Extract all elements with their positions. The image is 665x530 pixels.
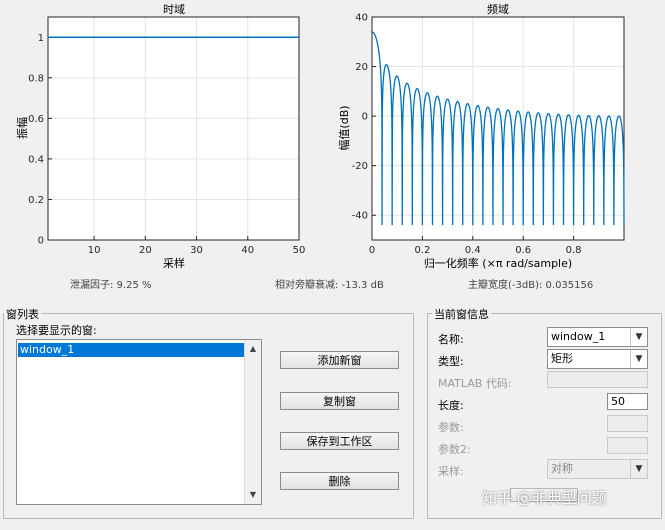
- name-label: 名称:: [438, 333, 464, 346]
- current-window-title: 当前窗信息: [432, 306, 491, 322]
- scroll-down-icon[interactable]: ▼: [245, 488, 261, 502]
- x-tick-label: 40: [241, 245, 254, 256]
- sampling-label: 采样:: [438, 465, 464, 478]
- plot-area: [48, 17, 299, 240]
- window-select-prompt: 选择要显示的窗:: [16, 324, 97, 337]
- listbox-scrollbar[interactable]: ▲ ▼: [244, 340, 261, 504]
- x-tick-label: 0.4: [465, 245, 481, 256]
- list-item[interactable]: window_1: [18, 343, 246, 357]
- freq-domain-axes: 频域 归一化频率 (×π rad/sample) 幅值(dB) 0 0.2 0.4 0…: [338, 2, 625, 270]
- delete-window-button[interactable]: 删除: [280, 472, 399, 490]
- time-plot-ylabel: 振幅: [15, 117, 29, 139]
- y-tick-label: 0.6: [28, 114, 44, 125]
- x-tick-label: 10: [88, 245, 101, 256]
- y-tick-label: 0: [38, 236, 44, 247]
- x-tick-label: 0.2: [414, 245, 430, 256]
- freq-plot-title: 频域: [487, 2, 509, 16]
- freq-plot-ylabel: 幅值(dB): [338, 105, 351, 150]
- parameter-label: 参数:: [438, 421, 464, 434]
- length-label: 长度:: [438, 399, 464, 412]
- chevron-down-icon[interactable]: ▼: [630, 328, 647, 346]
- type-value: 矩形: [551, 352, 573, 365]
- y-tick-label: 20: [355, 62, 368, 73]
- time-domain-axes: 时域 采样 振幅 10 20 30 40 50 0 0.2 0.4 0.6 0.8 1: [15, 3, 306, 270]
- y-tick-label: 0.4: [28, 154, 44, 165]
- name-field[interactable]: window_1 ▼: [547, 327, 648, 347]
- sidelobe-attenuation: 相对旁瓣衰减: -13.3 dB: [275, 280, 384, 291]
- y-tick-label: -20: [352, 161, 368, 172]
- y-tick-label: 40: [355, 13, 368, 24]
- length-field[interactable]: 50: [607, 393, 648, 410]
- mainlobe-width: 主瓣宽度(-3dB): 0.035156: [468, 280, 594, 291]
- type-label: 类型:: [438, 355, 464, 368]
- matlab-code-field: [547, 371, 648, 388]
- x-tick-label: 0.8: [566, 245, 582, 256]
- parameter2-field: [607, 437, 648, 454]
- freq-plot-xlabel: 归一化频率 (×π rad/sample): [424, 256, 572, 270]
- copy-window-button[interactable]: 复制窗: [280, 392, 399, 410]
- time-plot-xlabel: 采样: [163, 256, 185, 270]
- x-tick-label: 0.6: [515, 245, 531, 256]
- freq-domain-plot: 频域 归一化频率 (×π rad/sample) 幅值(dB) 0 0.2 0.4 0…: [330, 0, 665, 272]
- x-tick-label: 0: [369, 245, 375, 256]
- time-plot-title: 时域: [163, 3, 185, 16]
- y-tick-label: 1: [38, 33, 44, 44]
- y-tick-label: -40: [352, 211, 368, 222]
- plot-area: [372, 17, 624, 240]
- leakage-factor: 泄漏因子: 9.25 %: [70, 280, 152, 291]
- scroll-up-icon[interactable]: ▲: [245, 342, 261, 356]
- save-to-workspace-button[interactable]: 保存到工作区: [280, 432, 399, 450]
- parameter2-label: 参数2:: [438, 443, 471, 456]
- watermark: 知乎 @非典型问题: [482, 489, 607, 507]
- parameter-field: [607, 415, 648, 432]
- chevron-down-icon[interactable]: ▼: [630, 350, 647, 368]
- x-tick-label: 20: [139, 245, 152, 256]
- y-tick-label: 0.2: [28, 195, 44, 206]
- chevron-down-icon: ▼: [630, 460, 647, 478]
- x-tick-label: 50: [293, 245, 306, 256]
- add-window-button[interactable]: 添加新窗: [280, 351, 399, 369]
- sampling-value: 对称: [551, 462, 573, 475]
- y-tick-label: 0.8: [28, 73, 44, 84]
- name-value: window_1: [551, 330, 606, 343]
- window-listbox[interactable]: window_1 ▲ ▼: [16, 339, 262, 505]
- sampling-dropdown: 对称 ▼: [547, 459, 648, 479]
- matlab-code-label: MATLAB 代码:: [438, 377, 512, 390]
- window-list-title: 窗列表: [4, 306, 41, 322]
- y-tick-label: 0: [362, 112, 368, 123]
- type-dropdown[interactable]: 矩形 ▼: [547, 349, 648, 369]
- x-tick-label: 30: [190, 245, 203, 256]
- time-domain-plot: 时域 采样 振幅 10 20 30 40 50 0 0.2 0.4 0.6 0.8 1: [0, 0, 330, 272]
